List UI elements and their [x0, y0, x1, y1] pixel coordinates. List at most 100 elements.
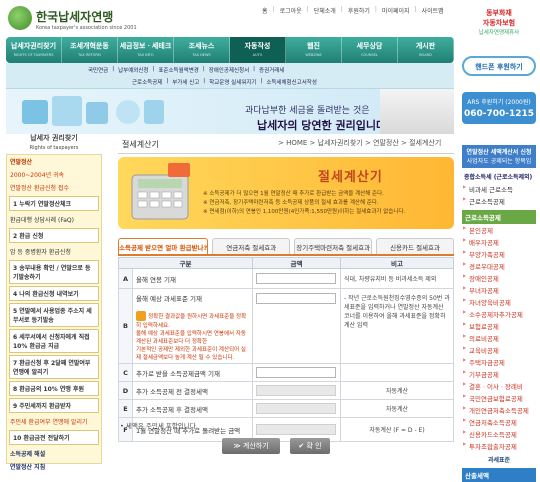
- subnav-link[interactable]: 근로소득공제: [132, 78, 162, 86]
- deduction-list-item[interactable]: 교육비공제: [462, 344, 536, 356]
- extra-deduction-input[interactable]: [256, 367, 336, 378]
- top-link-mypage[interactable]: 마이페이지: [382, 6, 410, 15]
- subnav-link[interactable]: 장애인공제신청서: [209, 66, 249, 74]
- deduction-list-item[interactable]: 신용카드소득공제: [462, 428, 536, 440]
- sub-navigation-row-1: 국민연금 | 납부예외신청 | 표준소득월액변경 | 장애인공제신청서 | 증권거래세: [88, 66, 284, 74]
- tax-statement-title: 연말정산 세액계산서 신청: [466, 149, 532, 156]
- left-menu-item[interactable]: 암 등 중병환자 환급신청: [7, 245, 101, 258]
- left-menu-item[interactable]: 소득공제 해설: [7, 447, 101, 460]
- top-link-sitemap[interactable]: 사이트맵: [422, 6, 444, 15]
- tab-housing-savings[interactable]: 장기주택마련저축 절세효과: [294, 238, 373, 254]
- subnav-link[interactable]: 부가세 신고: [172, 78, 199, 86]
- top-link-home[interactable]: 홈: [262, 6, 268, 15]
- subnav-link[interactable]: 소득세체험신고서작성: [266, 78, 317, 86]
- subnav-link[interactable]: 국민연금: [88, 66, 108, 74]
- nav-tab-rights[interactable]: 납세자권리찾기 RIGHTS OF TAXPAYERS: [6, 37, 62, 63]
- deduction-list-item[interactable]: 근로소득공제: [462, 195, 536, 207]
- divider: |: [260, 78, 263, 84]
- subnav-link[interactable]: 납부예외신청: [118, 66, 148, 74]
- left-menu-item[interactable]: 연말정산: [7, 155, 101, 168]
- tab-deduction-refund[interactable]: 소득공제 받으면 얼마 환급받나?: [118, 238, 209, 254]
- row-note: 식대, 차량유지비 등 비과세소득 제외: [340, 268, 454, 289]
- deduction-list-item[interactable]: 투자조합출자공제: [462, 440, 536, 452]
- subnav-link[interactable]: 학교운영 실세워지기: [209, 78, 256, 86]
- calculator-icon: [131, 163, 190, 220]
- nav-tab-webzine[interactable]: 웹진 WEBZINE: [286, 37, 342, 63]
- left-menu-item[interactable]: 4 나의 환급신청 내역보기: [9, 286, 99, 301]
- row-label: E: [118, 399, 133, 418]
- deduction-list-item[interactable]: 소수공제자추가공제: [462, 308, 536, 320]
- left-menu-item[interactable]: 연말정산 지침: [7, 460, 101, 473]
- tax-statement-box[interactable]: 연말정산 세액계산서 신청 사업자도 공제되는 항목임: [462, 145, 536, 168]
- nav-tab-tax-news[interactable]: 조세뉴스 TAX NEWS: [174, 37, 230, 63]
- refund-output: [256, 424, 336, 435]
- deduction-list-item[interactable]: 장애인공제: [462, 272, 536, 284]
- row-label: A: [118, 268, 133, 289]
- deduction-list-item[interactable]: 자녀양육비공제: [462, 296, 536, 308]
- breadcrumb: > HOME > 납세자권리찾기 > 연말정산 > 절세계산기: [278, 139, 442, 147]
- left-menu-item[interactable]: 8 환급금의 10% 연맹 후원: [9, 381, 99, 396]
- nav-tab-tax-reform[interactable]: 조세개혁운동 TAX REFORM: [62, 37, 118, 63]
- logo-emblem[interactable]: [8, 6, 32, 30]
- row-label: C: [118, 363, 133, 382]
- nav-tab-counsel[interactable]: 세무상담 COUNSEL: [342, 37, 398, 63]
- ars-donate-box[interactable]: ARS 후원하기 (2000원) 060-700-1215: [462, 92, 536, 124]
- deduction-list-item[interactable]: 부양가족공제: [462, 248, 536, 260]
- footnote: • 세액은 주민세 포함입니다.: [120, 422, 198, 430]
- left-menu-item[interactable]: 주민세 환급여부 연맹에 알리기: [7, 415, 101, 428]
- deduction-list-item[interactable]: 결혼ㆍ이사ㆍ장례비: [462, 380, 536, 392]
- subnav-link[interactable]: 표준소득월액변경: [158, 66, 198, 74]
- table-row: A 올해 연봉 기재 식대, 차량유지비 등 비과세소득 제외: [118, 268, 454, 289]
- row-name: 올해 연봉 기재: [132, 268, 253, 289]
- left-menu-item[interactable]: 6 세무서에서 신청자에게 직접 10% 환급금 지급: [9, 329, 99, 353]
- salary-input[interactable]: [256, 273, 336, 284]
- deduction-list-item[interactable]: 기부금공제: [462, 368, 536, 380]
- deduction-list-item[interactable]: 경로우대공제: [462, 260, 536, 272]
- deduction-list-item[interactable]: 부녀자공제: [462, 284, 536, 296]
- deduction-list-item[interactable]: 국민연금보험료공제: [462, 392, 536, 404]
- left-menu-item[interactable]: 5 연말에서 사용업종 주소지 세무서로 등기발송: [9, 303, 99, 327]
- left-menu-item[interactable]: 2000~2004년 귀속: [7, 168, 101, 181]
- nav-tab-tax-info[interactable]: 세금정보ㆍ세테크 TAX INFO: [118, 37, 174, 63]
- deduction-list-item[interactable]: 주택자금공제: [462, 356, 536, 368]
- left-menu-item[interactable]: 9 주민세까지 환급받자: [9, 398, 99, 413]
- divider: |: [166, 78, 169, 84]
- mobile-donate-button[interactable]: 핸드폰 후원하기: [462, 56, 536, 76]
- nav-tab-auto[interactable]: 자동작성 AUTO: [230, 37, 286, 63]
- deduction-list-item[interactable]: 보험료공제: [462, 320, 536, 332]
- deduction-list-item[interactable]: 개인연금저축소득공제: [462, 404, 536, 416]
- left-menu-item[interactable]: 7 환급신청 후 2달째 연말여부 연맹에 알리기: [9, 355, 99, 379]
- deduction-list-item[interactable]: 배우자공제: [462, 236, 536, 248]
- top-link-logout[interactable]: 로그아웃: [280, 6, 302, 15]
- divider: |: [203, 78, 206, 84]
- divider: |: [152, 66, 155, 72]
- left-menu-item[interactable]: 환급대행 상담사례 (FaQ): [7, 213, 101, 226]
- tab-credit-card[interactable]: 신용카드 절세효과: [376, 238, 454, 254]
- nav-tab-board[interactable]: 게시판 BOARD: [398, 37, 454, 63]
- row-note: 자동계산: [340, 399, 454, 418]
- top-link-about[interactable]: 단체소개: [314, 6, 336, 15]
- tab-pension-savings[interactable]: 연금저축 절세효과: [212, 238, 291, 254]
- computed-tax-header: 산출세액: [462, 468, 536, 482]
- site-logo-text[interactable]: 한국납세자연맹: [36, 8, 113, 25]
- subnav-link[interactable]: 증권거래세: [259, 66, 284, 74]
- tax-base-input[interactable]: [256, 293, 336, 304]
- sponsor-banner[interactable]: 동부화재 자동차보험 납세자연맹제휴사: [460, 8, 538, 38]
- left-menu-item[interactable]: 10 환급금전 전달하기: [9, 430, 99, 445]
- left-menu-item[interactable]: 1 누락기 연말정산체크: [9, 196, 99, 211]
- calculator-tabs: 소득공제 받으면 얼마 환급받나? 연금저축 절세효과 장기주택마련저축 절세효…: [118, 238, 454, 256]
- left-menu-item[interactable]: 연말정산 환급신청 접수: [7, 181, 101, 194]
- confirm-button[interactable]: ✔ 확 인: [290, 438, 330, 454]
- row-note: 자동계산 (F = D - E): [340, 417, 454, 442]
- deduction-list-item[interactable]: 의료비공제: [462, 332, 536, 344]
- warning-text: 정확한 결과값을 원하시면 과세표준을 정확히 입력하세요.: [136, 314, 247, 329]
- deduction-list-item[interactable]: 본인공제: [462, 224, 536, 236]
- banner-photo: [380, 89, 454, 134]
- left-menu-item[interactable]: 3 송부내용 확인 / 연말으로 등기발송하기: [9, 260, 99, 284]
- deduction-list-item[interactable]: 비과세 근로소득: [462, 183, 536, 195]
- calculate-button[interactable]: ≫ 계산하기: [222, 438, 280, 454]
- top-link-donate[interactable]: 후원하기: [348, 6, 370, 15]
- left-menu-item[interactable]: 2 환급 신청: [9, 228, 99, 243]
- deduction-list-item[interactable]: 연금저축소득공제: [462, 416, 536, 428]
- table-row: D 추가 소득공제 전 결정세액 자동계산: [118, 381, 454, 400]
